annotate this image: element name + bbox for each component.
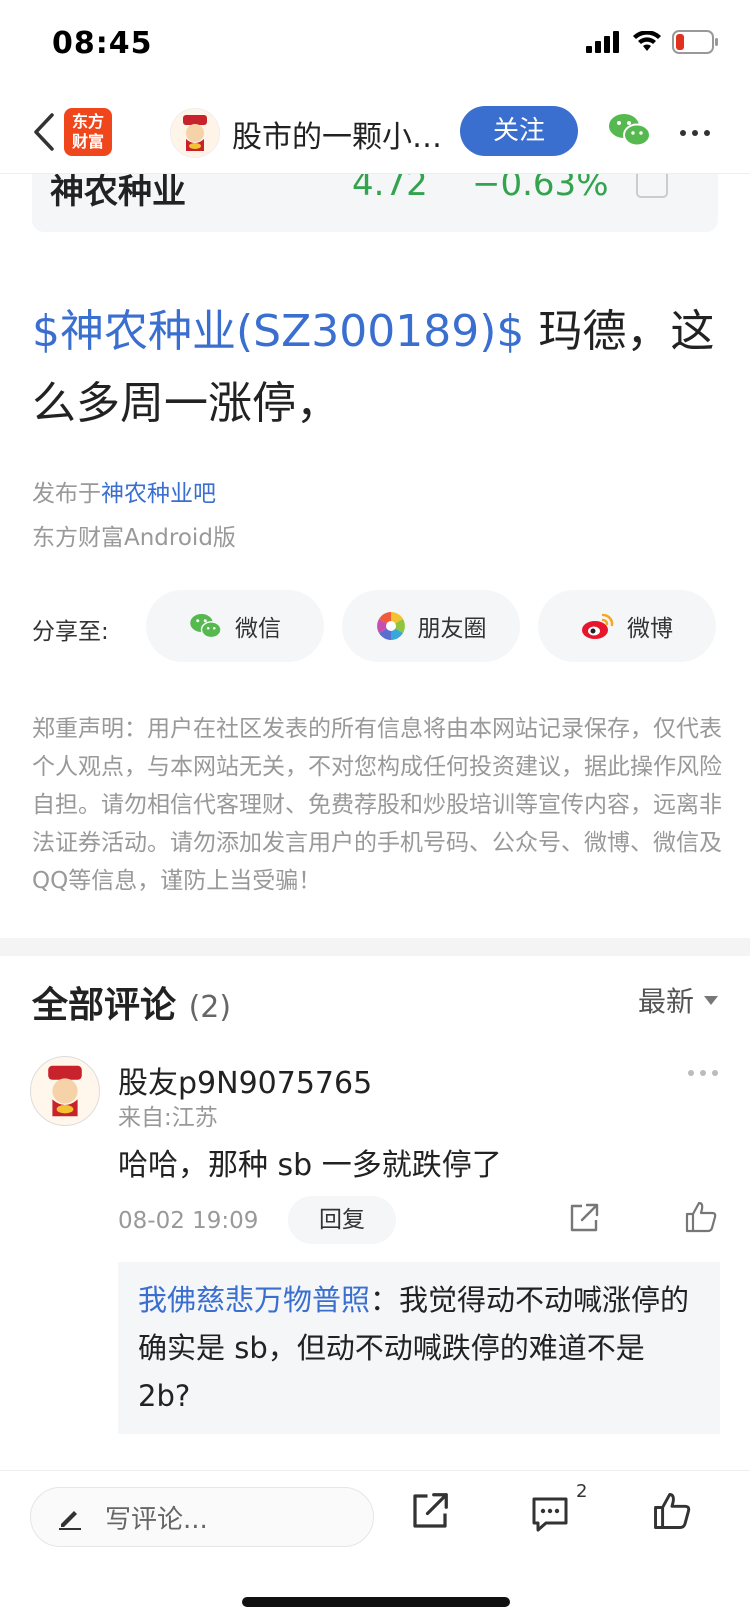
back-button[interactable] [24, 110, 64, 154]
reply-user-link[interactable]: 我佛慈悲万物普照 [138, 1283, 370, 1317]
comments-button[interactable] [530, 1493, 570, 1537]
share-wechat-label: 微信 [235, 616, 281, 642]
comment-input[interactable]: 写评论... [30, 1487, 374, 1547]
comment-icon [532, 1497, 568, 1532]
nested-reply[interactable]: 我佛慈悲万物普照：我觉得动不动喊涨停的确实是 sb，但动不动喊跌停的难道不是 2… [118, 1262, 720, 1434]
published-prefix: 发布于 [32, 481, 101, 507]
status-icons [586, 30, 720, 54]
author-avatar[interactable] [170, 108, 220, 158]
comments-count: (2) [188, 990, 232, 1025]
share-label: 分享至: [32, 619, 109, 645]
comment-time: 08-02 19:09 [118, 1208, 259, 1234]
post-title: $神农种业(SZ300189)$ 玛德，这么多周一涨停， [32, 296, 722, 440]
comment-text: 哈哈，那种 sb 一多就跌停了 [118, 1148, 502, 1183]
share-moments-label: 朋友圈 [417, 616, 487, 642]
comment-more-icon[interactable] [688, 1070, 718, 1076]
wifi-icon [633, 31, 661, 51]
stock-tag-link[interactable]: $神农种业(SZ300189)$ [32, 306, 524, 357]
sort-dropdown[interactable]: 最新 [638, 980, 718, 1020]
wechat-share-button[interactable] [608, 110, 652, 154]
chevron-left-icon [34, 113, 54, 151]
reply-separator: ： [370, 1283, 400, 1317]
moments-icon [376, 612, 405, 640]
fortune-god-avatar-icon [183, 115, 207, 151]
share-icon [570, 1203, 599, 1232]
signal-icon [586, 31, 619, 53]
wechat-icon [609, 114, 651, 147]
wechat-icon [190, 614, 222, 639]
battery-icon [672, 30, 718, 54]
follow-button[interactable]: 关注 [460, 106, 578, 156]
app-logo[interactable]: 东方 财富 [64, 108, 112, 156]
pencil-icon [59, 1511, 81, 1530]
share-moments-button[interactable]: 朋友圈 [342, 590, 520, 662]
like-button[interactable] [652, 1491, 692, 1535]
published-in: 发布于神农种业吧 [32, 474, 216, 508]
comment-like-button[interactable] [684, 1200, 718, 1238]
thumbs-up-icon [654, 1493, 691, 1529]
comment-count-badge: 2 [576, 1481, 588, 1502]
more-options-icon[interactable] [680, 130, 710, 136]
weibo-icon [582, 613, 614, 639]
status-time: 08:45 [52, 26, 153, 61]
commenter-location: 来自:江苏 [118, 1105, 218, 1131]
nav-bar: 东方 财富 股市的一颗小… 关注 [0, 90, 750, 174]
fortune-god-avatar-icon [48, 1065, 82, 1117]
reply-button[interactable]: 回复 [288, 1196, 396, 1244]
comment-share-button[interactable] [568, 1202, 600, 1238]
disclaimer: 郑重声明：用户在社区发表的所有信息将由本网站记录保存，仅代表个人观点，与本网站无… [32, 716, 722, 894]
caret-down-icon [704, 995, 718, 1005]
share-icon [413, 1493, 448, 1528]
share-button[interactable] [410, 1491, 450, 1535]
status-bar: 08:45 [0, 0, 750, 90]
bottom-bar: 写评论... 2 [0, 1470, 750, 1624]
share-wechat-button[interactable]: 微信 [146, 590, 324, 662]
section-divider [0, 938, 750, 956]
comments-header: 全部评论 (2) [32, 976, 231, 1028]
logo-text-top: 东方 [71, 112, 104, 131]
thumbs-up-icon [685, 1201, 717, 1233]
comments-title: 全部评论 [32, 985, 177, 1026]
home-indicator[interactable] [242, 1597, 510, 1607]
commenter-avatar[interactable] [30, 1056, 100, 1126]
client-source: 东方财富Android版 [32, 525, 236, 551]
author-name[interactable]: 股市的一颗小… [232, 112, 452, 156]
share-weibo-button[interactable]: 微博 [538, 590, 716, 662]
sort-label: 最新 [637, 985, 694, 1018]
comment-input-placeholder: 写评论... [105, 1504, 208, 1535]
share-weibo-label: 微博 [627, 616, 673, 642]
logo-text-bottom: 财富 [71, 132, 104, 151]
forum-link[interactable]: 神农种业吧 [101, 481, 216, 507]
commenter-name[interactable]: 股友p9N9075765 [118, 1058, 372, 1102]
